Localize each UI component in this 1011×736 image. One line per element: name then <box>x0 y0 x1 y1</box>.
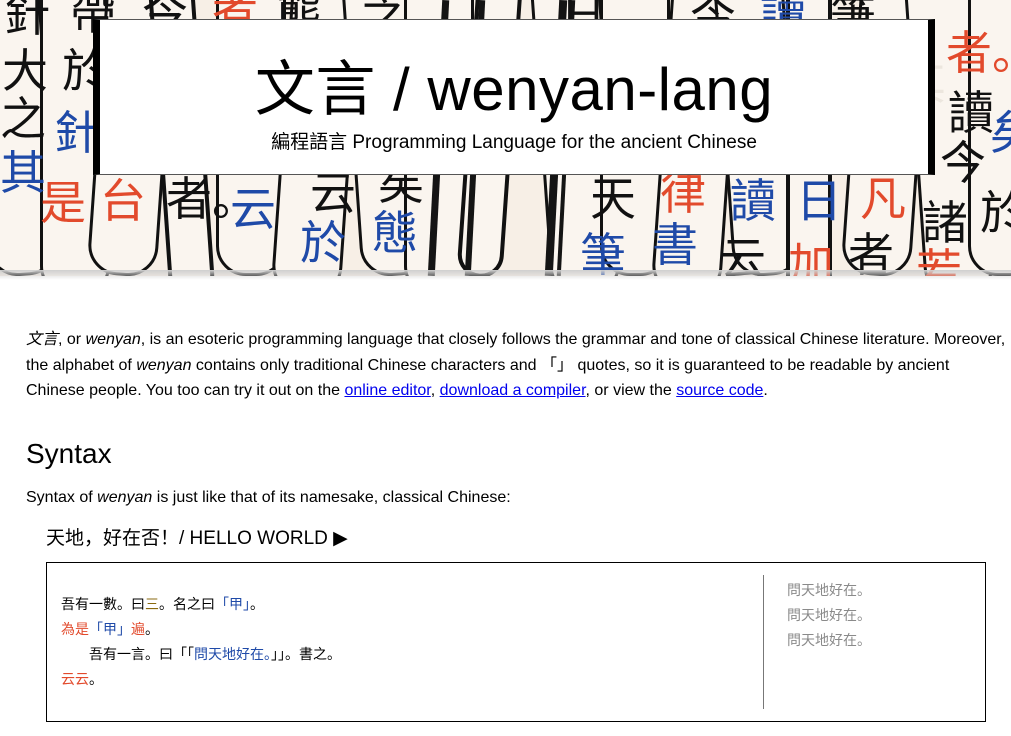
banner-glyph: 大 <box>2 44 48 98</box>
code-token: 云云 <box>61 672 89 688</box>
code-token: 「甲」 <box>89 622 131 638</box>
intro-term-latin: wenyan <box>136 356 192 374</box>
banner-glyph: 矣 <box>990 110 1011 156</box>
banner-glyph: 律 <box>660 166 706 220</box>
banner-glyph: 是 <box>40 176 86 230</box>
output-line: 問天地好在。 <box>787 633 871 649</box>
intro-term-native: 文言 <box>26 331 59 348</box>
program-output: 問天地好在。 問天地好在。 問天地好在。 <box>787 579 871 654</box>
banner-glyph: 針 <box>4 0 50 42</box>
syntax-description: Syntax of wenyan is just like that of it… <box>26 487 511 509</box>
code-token: 遍 <box>131 622 145 638</box>
syntax-heading: Syntax <box>26 438 112 469</box>
source-code-link[interactable]: source code <box>676 382 763 399</box>
code-example-box: 吾有一數。曰三。名之曰「甲」。 為是「甲」遍。 吾有一言。曰「「問天地好在。」」。… <box>46 562 986 722</box>
intro-text: , <box>430 382 440 399</box>
intro-term-latin: wenyan <box>85 331 141 348</box>
banner-glyph: 於 <box>300 216 346 270</box>
code-line: 吾有一言。曰「「問天地好在。」」。書之。 <box>61 643 341 668</box>
page-subtitle: 編程語言 Programming Language for the ancien… <box>271 132 757 153</box>
banner-glyph: 之 <box>0 92 46 146</box>
banner-glyph: 今 <box>940 136 986 190</box>
code-token: 」」。書之。 <box>271 647 341 663</box>
output-line: 問天地好在。 <box>787 583 871 599</box>
banner-glyph: 天 <box>590 172 636 226</box>
hero-banner: 針帶今者態之日今讀筆者。大於之針其是今其讀矣今其是台者。云云矣態於天律讀日凡諸筆… <box>0 0 1011 276</box>
syntax-desc-text: is just like that of its namesake, class… <box>152 489 511 506</box>
syntax-desc-term: wenyan <box>97 489 153 506</box>
banner-glyph: 台 <box>100 174 146 228</box>
banner-glyph: 讀 <box>730 174 776 228</box>
intro-paragraph: 文言, or wenyan, is an esoteric programmin… <box>26 327 1011 404</box>
code-token: 。 <box>89 672 103 688</box>
banner-glyph: 凡 <box>860 172 906 226</box>
banner-glyph: 書 <box>652 218 698 272</box>
download-compiler-link[interactable]: download a compiler <box>440 382 586 399</box>
code-token: 「「 <box>173 647 194 663</box>
title-card: 文言 / wenyan-lang 編程語言 Programming Langua… <box>93 19 935 175</box>
code-token: 。 <box>145 622 159 638</box>
banner-glyph: 云 <box>310 166 356 220</box>
banner-glyph: 云 <box>230 182 276 236</box>
code-line: 吾有一數。曰三。名之曰「甲」。 <box>61 593 341 618</box>
code-editor[interactable]: 吾有一數。曰三。名之曰「甲」。 為是「甲」遍。 吾有一言。曰「「問天地好在。」」。… <box>61 593 341 693</box>
syntax-desc-text: Syntax of <box>26 489 98 506</box>
code-token: 「甲」 <box>215 597 250 613</box>
intro-text: , or view the <box>585 382 677 399</box>
hello-world-run-toggle[interactable]: 天地，好在否！/ HELLO WORLD ▶ <box>46 527 348 551</box>
code-token: 三 <box>145 597 159 613</box>
banner-glyph: 於 <box>980 186 1011 240</box>
banner-shadow <box>0 270 1011 280</box>
code-line: 為是「甲」遍。 <box>61 618 341 643</box>
banner-glyph: 諸 <box>922 196 968 250</box>
intro-text: . <box>763 382 768 399</box>
banner-glyph: 讀 <box>948 86 994 140</box>
code-token: 問天地好在。 <box>194 647 271 663</box>
output-line: 問天地好在。 <box>787 608 871 624</box>
code-token: 。名之曰 <box>159 597 215 613</box>
page-title: 文言 / wenyan-lang <box>254 56 774 123</box>
banner-glyph: 者。 <box>946 26 1011 80</box>
online-editor-link[interactable]: online editor <box>344 382 430 399</box>
code-output-divider <box>763 575 764 709</box>
banner-glyph: 態 <box>372 206 418 260</box>
code-line: 云云。 <box>61 668 341 693</box>
code-token: 吾有一言。曰 <box>61 647 173 663</box>
code-token: 為是 <box>61 622 89 638</box>
intro-text: , or <box>58 331 86 348</box>
code-token: 。 <box>250 597 264 613</box>
code-token: 吾有一數。曰 <box>61 597 145 613</box>
banner-glyph: 日 <box>796 174 842 228</box>
